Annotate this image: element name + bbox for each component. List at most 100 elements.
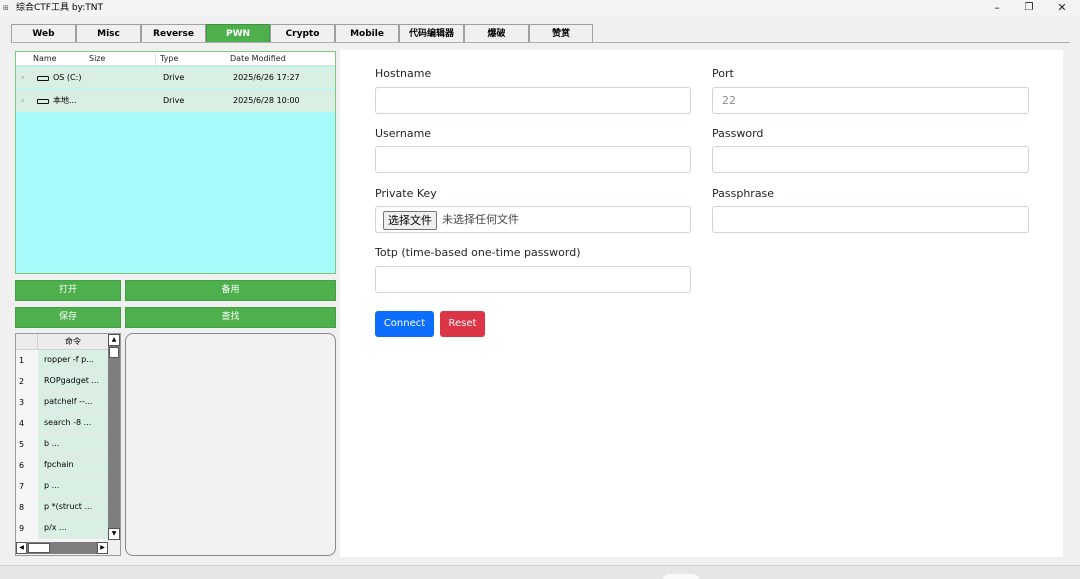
row-number: 8 <box>16 497 38 518</box>
col-size-header[interactable]: Size <box>89 53 105 65</box>
hostname-input[interactable] <box>375 87 691 114</box>
table-corner <box>16 334 38 350</box>
row-number: 3 <box>16 392 38 413</box>
totp-label: Totp (time-based one-time password) <box>375 246 581 259</box>
close-button[interactable]: ✕ <box>1047 0 1077 16</box>
col-date-header[interactable]: Date Modified <box>230 53 286 65</box>
tab-bruteforce[interactable]: 爆破 <box>464 24 529 43</box>
bottom-handle <box>662 574 700 579</box>
password-label: Password <box>712 127 764 140</box>
command-cell[interactable]: p ... <box>38 476 108 497</box>
save-button[interactable]: 保存 <box>15 307 121 328</box>
vertical-scrollbar[interactable]: ▲ ▼ <box>108 334 120 540</box>
row-name: OS (C:) <box>53 73 82 82</box>
row-number: 6 <box>16 455 38 476</box>
table-row[interactable]: 6 fpchain <box>16 455 108 476</box>
row-number: 5 <box>16 434 38 455</box>
connect-button[interactable]: Connect <box>375 311 434 337</box>
command-cell[interactable]: fpchain <box>38 455 108 476</box>
explorer-row[interactable]: › 本地... Drive 2025/6/28 10:00 <box>16 90 335 112</box>
row-number: 4 <box>16 413 38 434</box>
explorer-header: Name Size Type Date Modified <box>16 52 335 66</box>
column-divider[interactable] <box>155 53 156 65</box>
scroll-left-arrow-icon[interactable]: ◀ <box>16 542 27 554</box>
command-cell[interactable]: ropper -f p... <box>38 350 108 371</box>
row-date: 2025/6/26 17:27 <box>233 73 300 82</box>
table-row[interactable]: 4 search -8 ... <box>16 413 108 434</box>
table-row[interactable]: 2 ROPgadget ... <box>16 371 108 392</box>
minimize-button[interactable]: – <box>982 0 1012 16</box>
command-cell[interactable]: ROPgadget ... <box>38 371 108 392</box>
file-explorer[interactable]: Name Size Type Date Modified › OS (C:) D… <box>15 51 336 274</box>
private-key-file-input[interactable]: 选择文件 未选择任何文件 <box>375 206 691 233</box>
command-cell[interactable]: search -8 ... <box>38 413 108 434</box>
passphrase-input[interactable] <box>712 206 1029 233</box>
explorer-row[interactable]: › OS (C:) Drive 2025/6/26 17:27 <box>16 67 335 89</box>
find-button[interactable]: 查找 <box>125 307 336 328</box>
tab-divider <box>11 42 1070 43</box>
output-panel[interactable] <box>125 333 336 556</box>
row-number: 2 <box>16 371 38 392</box>
app-window: ⊞ 综合CTF工具 by:TNT – ❐ ✕ Web Misc Reverse … <box>0 0 1080 579</box>
table-row[interactable]: 1 ropper -f p... <box>16 350 108 371</box>
title-bar: ⊞ 综合CTF工具 by:TNT – ❐ ✕ <box>0 0 1080 16</box>
tab-mobile[interactable]: Mobile <box>335 24 399 43</box>
totp-input[interactable] <box>375 266 691 293</box>
command-table[interactable]: 命令 1 ropper -f p... 2 ROPgadget ... 3 pa… <box>15 333 121 556</box>
row-type: Drive <box>163 96 185 105</box>
scroll-up-arrow-icon[interactable]: ▲ <box>108 334 120 346</box>
tab-donate[interactable]: 赞赏 <box>529 24 593 43</box>
table-row[interactable]: 9 p/x ... <box>16 518 108 539</box>
command-cell[interactable]: b ... <box>38 434 108 455</box>
username-label: Username <box>375 127 432 140</box>
table-row[interactable]: 3 patchelf --... <box>16 392 108 413</box>
row-number: 9 <box>16 518 38 539</box>
scroll-down-arrow-icon[interactable]: ▼ <box>108 528 120 540</box>
col-name-header[interactable]: Name <box>33 53 57 65</box>
scroll-right-arrow-icon[interactable]: ▶ <box>97 542 108 554</box>
scrollbar-corner <box>108 540 120 555</box>
table-row[interactable]: 5 b ... <box>16 434 108 455</box>
status-bar <box>0 565 1080 579</box>
command-column-header[interactable]: 命令 <box>38 334 108 350</box>
reset-button[interactable]: Reset <box>440 311 485 337</box>
password-input[interactable] <box>712 146 1029 173</box>
vertical-scroll-thumb[interactable] <box>109 347 119 358</box>
tab-misc[interactable]: Misc <box>76 24 141 43</box>
app-icon: ⊞ <box>3 4 9 12</box>
command-cell[interactable]: p *(struct ... <box>38 497 108 518</box>
tab-web[interactable]: Web <box>11 24 76 43</box>
row-number: 1 <box>16 350 38 371</box>
chevron-right-icon[interactable]: › <box>21 72 25 84</box>
tab-crypto[interactable]: Crypto <box>270 24 335 43</box>
private-key-label: Private Key <box>375 187 437 200</box>
file-status-text: 未选择任何文件 <box>442 213 519 226</box>
username-input[interactable] <box>375 146 691 173</box>
window-title: 综合CTF工具 by:TNT <box>16 3 103 13</box>
port-label: Port <box>712 67 734 80</box>
open-button[interactable]: 打开 <box>15 280 121 301</box>
tab-code-editor[interactable]: 代码编辑器 <box>399 24 464 43</box>
table-row[interactable]: 7 p ... <box>16 476 108 497</box>
maximize-button[interactable]: ❐ <box>1014 0 1044 16</box>
passphrase-label: Passphrase <box>712 187 775 200</box>
choose-file-button[interactable]: 选择文件 <box>383 211 437 230</box>
ssh-connection-form: Hostname Port 22 Username Password Priva… <box>340 50 1063 557</box>
command-cell[interactable]: patchelf --... <box>38 392 108 413</box>
port-input[interactable]: 22 <box>712 87 1029 114</box>
tab-reverse[interactable]: Reverse <box>141 24 206 43</box>
command-cell[interactable]: p/x ... <box>38 518 108 539</box>
row-type: Drive <box>163 73 185 82</box>
chevron-right-icon[interactable]: › <box>21 95 25 107</box>
row-name: 本地... <box>53 96 77 105</box>
row-number: 7 <box>16 476 38 497</box>
col-type-header[interactable]: Type <box>160 53 178 65</box>
hostname-label: Hostname <box>375 67 432 80</box>
backup-button[interactable]: 备用 <box>125 280 336 301</box>
horizontal-scroll-thumb[interactable] <box>28 543 50 553</box>
horizontal-scrollbar[interactable]: ◀ ▶ <box>16 542 108 554</box>
table-row[interactable]: 8 p *(struct ... <box>16 497 108 518</box>
tab-pwn[interactable]: PWN <box>206 24 270 43</box>
row-date: 2025/6/28 10:00 <box>233 96 300 105</box>
drive-icon <box>37 76 49 81</box>
